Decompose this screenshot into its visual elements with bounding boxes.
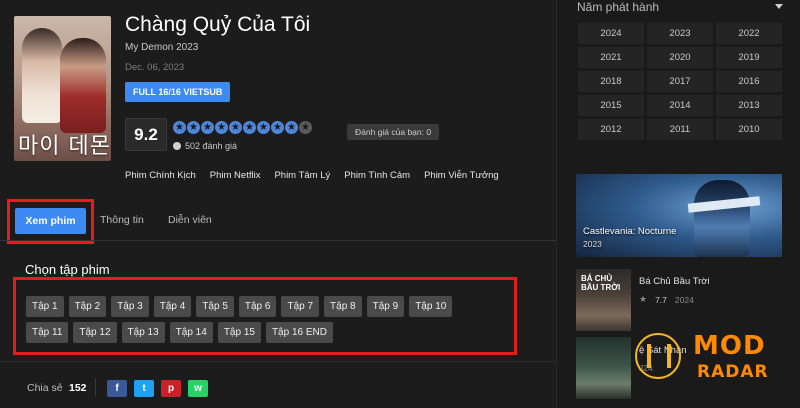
year-filter-heading: Năm phát hành (577, 0, 660, 14)
highlight-box-tab (7, 199, 94, 244)
year-option[interactable]: 2014 (647, 95, 713, 116)
episode-status-badge: FULL 16/16 VIETSUB (125, 82, 231, 102)
watermark-text-bottom: RADAR (697, 362, 769, 382)
share-label: Chia sẻ (27, 382, 63, 394)
genre-link[interactable]: Phim Netflix (210, 170, 261, 181)
rating-stars[interactable]: ★ ★ ★ ★ ★ ★ ★ ★ ★ ★ (173, 121, 312, 134)
whatsapp-share-button[interactable]: w (188, 380, 208, 397)
movie-title: Chàng Quỷ Của Tôi (125, 13, 311, 36)
year-option[interactable]: 2022 (716, 23, 782, 44)
tab-info[interactable]: Thông tin (100, 214, 144, 226)
star-icon[interactable]: ★ (299, 121, 312, 134)
chevron-down-icon[interactable] (775, 4, 783, 9)
star-icon[interactable]: ★ (243, 121, 256, 134)
star-icon[interactable]: ★ (285, 121, 298, 134)
release-date: Dec. 06, 2023 (125, 62, 185, 73)
movie-detail-panel: 마이 데몬 Chàng Quỷ Của Tôi My Demon 2023 De… (0, 0, 556, 408)
facebook-share-button[interactable]: f (107, 380, 127, 397)
star-icon[interactable]: ★ (201, 121, 214, 134)
featured-thumbnail-figure (694, 180, 750, 257)
twitter-share-button[interactable]: t (134, 380, 154, 397)
highlight-box-episodes (13, 277, 517, 355)
movie-thumbnail[interactable]: BÁ CHỦ BẦU TRỜI (576, 269, 631, 331)
year-option[interactable]: 2013 (716, 95, 782, 116)
movie-item-meta: ★ 7.7 2024 (639, 294, 694, 305)
movie-original-title: My Demon 2023 (125, 42, 199, 53)
tabs-divider (0, 240, 556, 241)
star-icon: ★ (639, 294, 648, 304)
genre-link[interactable]: Phim Viễn Tưởng (424, 170, 499, 181)
star-icon[interactable]: ★ (187, 121, 200, 134)
share-separator (95, 378, 96, 396)
watermark-text-top: MOD (693, 331, 766, 361)
movie-item-year: 2024 (674, 294, 694, 305)
year-option[interactable]: 2012 (578, 119, 644, 140)
genre-list: Phim Chính Kịch Phim Netflix Phim Tâm Lý Ph… (125, 170, 499, 181)
year-option[interactable]: 2024 (578, 23, 644, 44)
vote-count-text: 502 đánh giá (185, 141, 238, 151)
movie-item-rating: 7.7 (655, 294, 667, 305)
your-rating-label: Đánh giá của bạn: 0 (347, 124, 440, 140)
section-divider (0, 361, 556, 362)
thumbnail-text: BÁ CHỦ BẦU TRỜI (581, 274, 621, 292)
star-icon[interactable]: ★ (271, 121, 284, 134)
year-option[interactable]: 2021 (578, 47, 644, 68)
pinterest-share-button[interactable]: p (161, 380, 181, 397)
year-option[interactable]: 2018 (578, 71, 644, 92)
featured-movie-card[interactable]: Castlevania: Nocturne 2023 (576, 174, 782, 257)
year-option[interactable]: 2010 (716, 119, 782, 140)
year-option[interactable]: 2017 (647, 71, 713, 92)
genre-link[interactable]: Phim Tình Cảm (344, 170, 410, 181)
poster-figure-right (60, 38, 106, 133)
star-icon[interactable]: ★ (257, 121, 270, 134)
movie-thumbnail[interactable] (576, 337, 631, 399)
score-value: 9.2 (125, 118, 167, 151)
poster-figure-left (22, 28, 62, 123)
user-icon (173, 142, 181, 150)
movie-item-title[interactable]: Bá Chủ Bầu Trời (639, 276, 710, 287)
year-option[interactable]: 2016 (716, 71, 782, 92)
year-option[interactable]: 2011 (647, 119, 713, 140)
star-icon[interactable]: ★ (229, 121, 242, 134)
genre-link[interactable]: Phim Tâm Lý (274, 170, 330, 181)
share-count: 152 (69, 382, 87, 394)
movie-poster[interactable]: 마이 데몬 (14, 16, 111, 161)
genre-link[interactable]: Phim Chính Kịch (125, 170, 196, 181)
poster-title-text: 마이 데몬 (18, 134, 111, 159)
featured-movie-title[interactable]: Castlevania: Nocturne (583, 226, 676, 237)
watermark-logo-icon (635, 333, 681, 379)
watermark-logo-mark (647, 344, 671, 368)
episode-section-title: Chọn tập phim (25, 262, 110, 277)
star-icon[interactable]: ★ (173, 121, 186, 134)
year-option[interactable]: 2019 (716, 47, 782, 68)
featured-movie-year: 2023 (583, 239, 602, 249)
year-option[interactable]: 2020 (647, 47, 713, 68)
year-grid: 2024 2023 2022 2021 2020 2019 2018 2017 2016 2015… (578, 23, 783, 140)
star-icon[interactable]: ★ (215, 121, 228, 134)
tab-cast[interactable]: Diễn viên (168, 214, 212, 226)
year-option[interactable]: 2023 (647, 23, 713, 44)
vote-count: 502 đánh giá (173, 141, 237, 151)
year-option[interactable]: 2015 (578, 95, 644, 116)
